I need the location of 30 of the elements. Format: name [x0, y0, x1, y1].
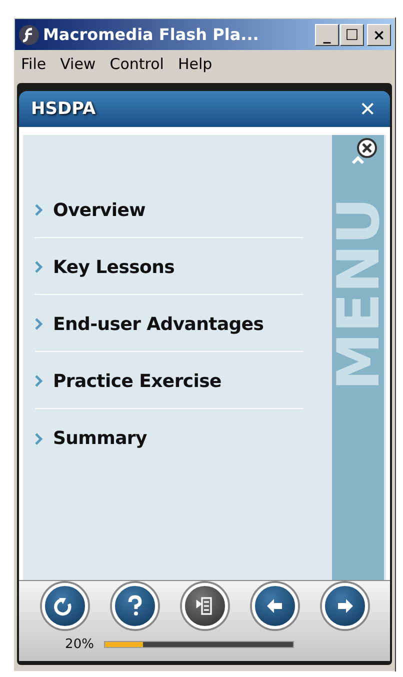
- close-button[interactable]: ✕: [359, 97, 376, 121]
- chevron-up-icon: [351, 155, 365, 165]
- close-window-button[interactable]: ×: [367, 24, 391, 46]
- minimize-button[interactable]: _: [315, 24, 339, 46]
- back-button[interactable]: [252, 583, 298, 629]
- chevron-right-icon: [35, 432, 43, 444]
- chevron-right-icon: [35, 318, 43, 330]
- close-icon[interactable]: [356, 137, 378, 159]
- menu-link[interactable]: Overview: [53, 200, 146, 220]
- menu-link[interactable]: Summary: [53, 428, 147, 449]
- panel-title: HSDPA: [31, 99, 96, 119]
- maximize-button[interactable]: ☐: [340, 24, 364, 46]
- menu-link[interactable]: Key Lessons: [53, 256, 175, 278]
- chevron-right-icon: [35, 204, 43, 216]
- progress-reading: 20%: [65, 637, 94, 652]
- menu-tab-label: MENU: [329, 198, 387, 390]
- menu-link[interactable]: Practice Exercise: [53, 370, 222, 392]
- replay-button[interactable]: [42, 583, 88, 629]
- chevron-right-icon: [35, 261, 43, 273]
- flash-logo-icon: [18, 24, 40, 46]
- menu-item[interactable]: View: [55, 55, 101, 75]
- forward-button[interactable]: [322, 583, 368, 629]
- menu-link[interactable]: End-user Advantages: [53, 314, 264, 334]
- help-button[interactable]: [112, 583, 158, 629]
- menu-item[interactable]: File: [16, 55, 52, 75]
- menu-item[interactable]: Control: [104, 55, 169, 75]
- window-title: Macromedia Flash Pla...: [43, 25, 260, 44]
- menu-item[interactable]: Help: [172, 55, 218, 75]
- chevron-right-icon: [35, 375, 43, 387]
- menu-button[interactable]: [182, 583, 228, 629]
